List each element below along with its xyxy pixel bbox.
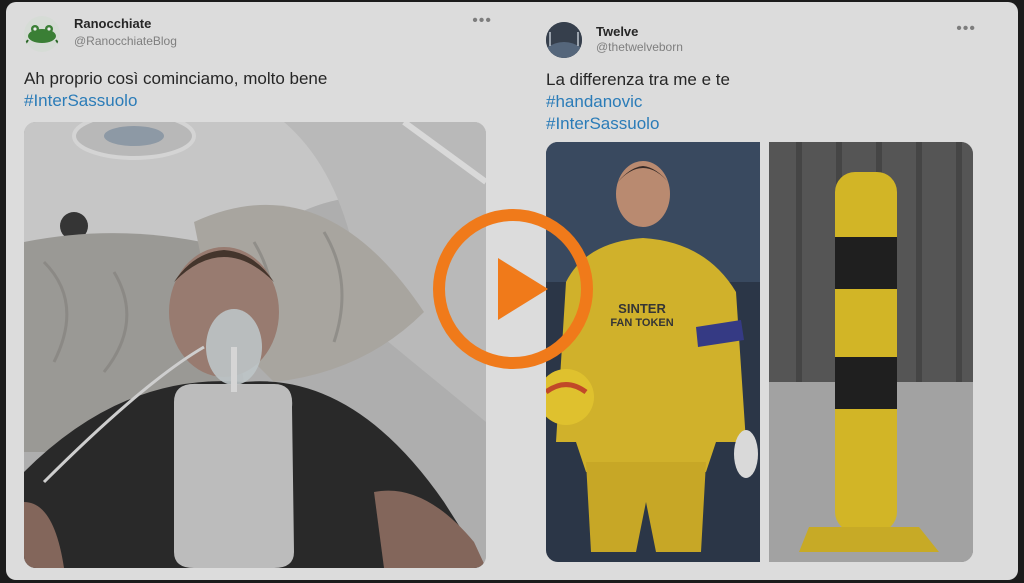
frog-icon[interactable] xyxy=(24,16,60,52)
tweet-text: Ah proprio così cominciamo, molto bene xyxy=(24,69,328,88)
tweet-ranocchiate[interactable]: Ranocchiate @RanocchiateBlog ••• Ah prop… xyxy=(20,2,492,580)
tweet-photo-bollard[interactable] xyxy=(769,142,973,562)
tweet-twelve[interactable]: Twelve @thetwelveborn ••• La differenza … xyxy=(542,2,976,580)
jersey-sponsor-text: SINTER xyxy=(618,301,666,316)
tweet-author-handle[interactable]: @thetwelveborn xyxy=(596,40,683,54)
stadium-icon[interactable] xyxy=(546,22,582,58)
more-icon[interactable]: ••• xyxy=(956,20,976,38)
tweet-text-block: Ah proprio così cominciamo, molto bene #… xyxy=(24,68,327,112)
hashtag-link[interactable]: #InterSassuolo xyxy=(546,113,730,135)
hashtag-link[interactable]: #InterSassuolo xyxy=(24,90,327,112)
tweet-author-name[interactable]: Ranocchiate xyxy=(74,16,151,31)
jersey-sponsor-subtext: FAN TOKEN xyxy=(610,317,674,329)
jersey-sponsor: SINTER FAN TOKEN xyxy=(602,302,682,330)
tweet-photo[interactable] xyxy=(24,122,486,568)
tweet-text-block: La differenza tra me e te #handanovic #I… xyxy=(546,69,730,135)
tweet-text: La differenza tra me e te xyxy=(546,70,730,89)
tweet-author-name[interactable]: Twelve xyxy=(596,24,638,39)
tweet-author-handle[interactable]: @RanocchiateBlog xyxy=(74,34,177,48)
hashtag-link[interactable]: #handanovic xyxy=(546,91,730,113)
play-icon[interactable] xyxy=(430,206,596,372)
more-icon[interactable]: ••• xyxy=(472,12,492,30)
